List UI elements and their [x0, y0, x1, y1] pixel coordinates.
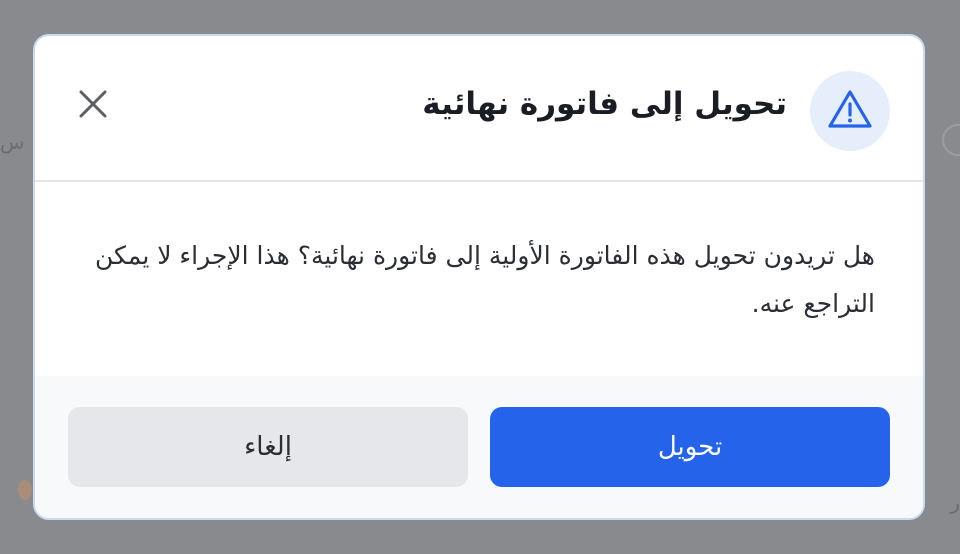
dialog-title: تحويل إلى فاتورة نهائية	[422, 86, 787, 122]
dialog-footer: تحويل إلغاء	[35, 376, 923, 518]
background-text-fragment-2: ر	[950, 490, 960, 514]
cancel-button[interactable]: إلغاء	[68, 407, 468, 487]
close-button[interactable]	[75, 88, 111, 124]
dialog-message: هل تريدون تحويل هذه الفاتورة الأولية إلى…	[95, 241, 875, 318]
background-avatar	[18, 480, 32, 500]
dialog-body: هل تريدون تحويل هذه الفاتورة الأولية إلى…	[35, 182, 923, 376]
confirm-dialog: تحويل إلى فاتورة نهائية هل تريدون تحويل …	[33, 34, 925, 520]
background-text-fragment: س	[0, 130, 25, 154]
warning-badge	[810, 71, 890, 151]
close-icon	[78, 89, 108, 123]
warning-triangle-icon	[827, 88, 873, 134]
dialog-header: تحويل إلى فاتورة نهائية	[35, 36, 923, 182]
convert-button[interactable]: تحويل	[490, 407, 890, 487]
